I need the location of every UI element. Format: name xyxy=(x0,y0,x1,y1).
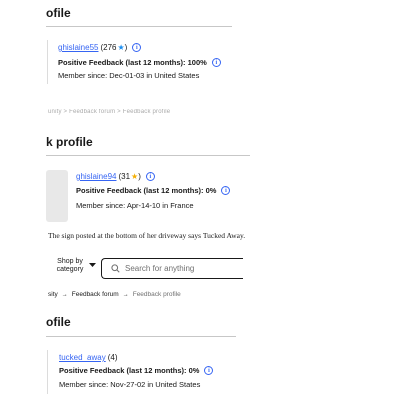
positive-feedback-line: Positive Feedback (last 12 months): 0% i xyxy=(59,366,214,375)
feedback-score: (31 xyxy=(118,172,131,181)
feedback-score-close: ) xyxy=(124,43,128,52)
star-icon: ★ xyxy=(131,172,139,181)
feedback-score-close: ) xyxy=(138,172,141,181)
positive-feedback: Positive Feedback (last 12 months): 0% xyxy=(76,186,217,195)
chevron-down-icon xyxy=(89,263,96,267)
image-caption: The sign posted at the bottom of her dri… xyxy=(48,231,246,240)
breadcrumb-separator: → xyxy=(61,291,68,298)
breadcrumb-fragment: unity > Feedback forum > Feedback profil… xyxy=(48,109,171,115)
breadcrumb-community[interactable]: sity xyxy=(48,291,58,298)
info-icon[interactable]: i xyxy=(221,186,231,195)
page-title: k profile xyxy=(46,135,93,149)
search-bar xyxy=(101,258,243,279)
positive-feedback: Positive Feedback (last 12 months): 100% xyxy=(58,58,207,67)
info-icon[interactable]: i xyxy=(132,43,142,52)
divider xyxy=(46,26,232,27)
page-title: ofile xyxy=(46,315,71,329)
username-link[interactable]: tucked_away xyxy=(59,353,106,362)
breadcrumb: sity → Feedback forum → Feedback profile xyxy=(48,291,181,298)
positive-feedback-line: Positive Feedback (last 12 months): 100%… xyxy=(58,58,221,67)
breadcrumb-current: Feedback profile xyxy=(132,291,181,298)
info-icon[interactable]: i xyxy=(204,366,214,375)
info-icon[interactable]: i xyxy=(145,172,155,181)
page-title: ofile xyxy=(46,6,71,20)
feedback-score: (4) xyxy=(107,353,118,362)
star-icon: ★ xyxy=(117,43,125,52)
positive-feedback-line: Positive Feedback (last 12 months): 0% i xyxy=(76,186,231,195)
info-icon[interactable]: i xyxy=(211,58,221,67)
user-line: ghislaine94 (31 ★ ) i xyxy=(76,172,155,181)
positive-feedback: Positive Feedback (last 12 months): 0% xyxy=(59,366,200,375)
user-line: ghislaine55 (276 ★ ) i xyxy=(58,43,142,52)
breadcrumb-separator: → xyxy=(122,291,129,298)
divider xyxy=(46,336,236,337)
username-link[interactable]: ghislaine55 xyxy=(58,43,98,52)
member-since: Member since: Apr-14-10 in France xyxy=(76,201,194,210)
member-since: Member since: Nov-27-02 in United States xyxy=(59,380,201,389)
shop-by-category-label: Shop by category xyxy=(56,258,84,273)
user-line: tucked_away (4) xyxy=(59,353,117,362)
member-since: Member since: Dec-01-03 in United States xyxy=(58,71,200,80)
breadcrumb-feedback-forum[interactable]: Feedback forum xyxy=(72,291,119,298)
avatar-placeholder xyxy=(46,170,68,222)
shop-by-category-button[interactable]: Shop by category xyxy=(54,258,96,273)
feedback-score: (276 xyxy=(100,43,117,52)
profile-divider xyxy=(47,350,48,394)
username-link[interactable]: ghislaine94 xyxy=(76,172,116,181)
search-icon xyxy=(111,264,120,273)
divider xyxy=(46,155,250,156)
profile-divider xyxy=(47,40,48,84)
search-input[interactable] xyxy=(125,264,243,273)
